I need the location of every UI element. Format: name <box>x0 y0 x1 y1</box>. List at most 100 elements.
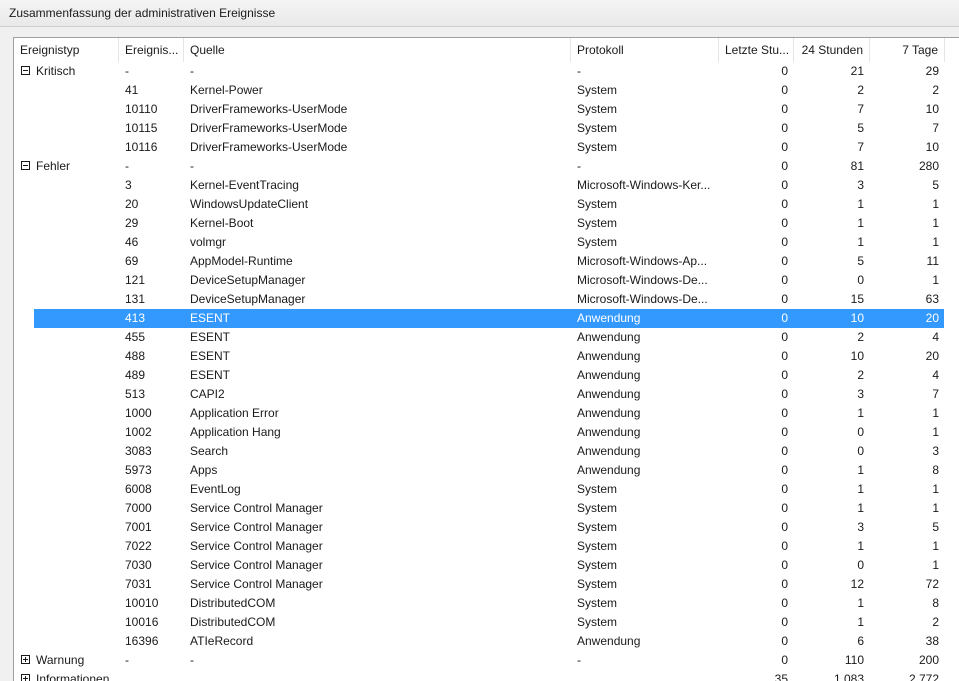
cell-7-tage: 1 <box>932 406 939 420</box>
table-row[interactable]: 131 DeviceSetupManager Microsoft-Windows-D… <box>14 290 959 309</box>
table-row[interactable]: 3083 Search Anwendung 0 0 3 <box>14 442 959 461</box>
column-header-ereignistyp[interactable]: Ereignistyp <box>14 38 119 62</box>
cell-ereignis-id: 7000 <box>125 501 152 515</box>
table-row[interactable]: 121 DeviceSetupManager Microsoft-Windows-D… <box>14 271 959 290</box>
cell-letzte-stunde: 0 <box>781 349 788 363</box>
cell-quelle: Kernel-EventTracing <box>190 178 299 192</box>
cell-protokoll: Anwendung <box>577 634 641 648</box>
cell-ereignis-id: - <box>125 64 129 78</box>
cell-ereignistyp: Fehler <box>36 159 71 173</box>
cell-24-stunden: 7 <box>857 140 864 154</box>
cell-letzte-stunde: 0 <box>781 615 788 629</box>
cell-24-stunden: 1 <box>857 539 864 553</box>
table-row[interactable]: 7022 Service Control Manager System 0 1 1 <box>14 537 959 556</box>
cell-protokoll: Anwendung <box>577 387 641 401</box>
table-row[interactable]: 7030 Service Control Manager System 0 0 1 <box>14 556 959 575</box>
table-row[interactable]: 10116 DriverFrameworks-UserMode System 0 7 10 <box>14 138 959 157</box>
cell-7-tage: 20 <box>925 311 939 325</box>
table-row[interactable]: 46 volmgr System 0 1 1 <box>14 233 959 252</box>
cell-24-stunden: 21 <box>850 64 864 78</box>
cell-ereignis-id: 20 <box>125 197 139 211</box>
expand-icon[interactable] <box>21 674 30 681</box>
table-row[interactable]: 69 AppModel-Runtime Microsoft-Windows-Ap..… <box>14 252 959 271</box>
cell-24-stunden: 3 <box>857 178 864 192</box>
cell-letzte-stunde: 0 <box>781 463 788 477</box>
table-row[interactable]: 413 ESENT Anwendung 0 10 20 <box>14 309 959 328</box>
cell-7-tage: 1 <box>932 235 939 249</box>
table-row[interactable]: 10016 DistributedCOM System 0 1 2 <box>14 613 959 632</box>
cell-quelle: ESENT <box>190 368 231 382</box>
cell-ereignis-id: 41 <box>125 83 139 97</box>
cell-quelle: Service Control Manager <box>190 539 323 553</box>
table-row[interactable]: 7001 Service Control Manager System 0 3 5 <box>14 518 959 537</box>
cell-ereignistyp: Warnung <box>36 653 85 667</box>
cell-24-stunden: 3 <box>857 387 864 401</box>
cell-7-tage: 200 <box>918 653 939 667</box>
table-row[interactable]: 10110 DriverFrameworks-UserMode System 0 7 10 <box>14 100 959 119</box>
event-summary-list[interactable]: Ereignistyp Ereignis... Quelle Protokoll… <box>13 37 959 681</box>
table-row[interactable]: 41 Kernel-Power System 0 2 2 <box>14 81 959 100</box>
cell-protokoll <box>571 670 719 681</box>
table-row[interactable]: 10115 DriverFrameworks-UserMode System 0 5 7 <box>14 119 959 138</box>
cell-7-tage: 280 <box>918 159 939 173</box>
cell-quelle: EventLog <box>190 482 241 496</box>
collapse-icon[interactable] <box>21 66 30 75</box>
cell-quelle: DriverFrameworks-UserMode <box>190 140 348 154</box>
cell-ereignis-id: 489 <box>125 368 146 382</box>
cell-letzte-stunde: 0 <box>781 558 788 572</box>
table-row[interactable]: 3 Kernel-EventTracing Microsoft-Windows-Ke… <box>14 176 959 195</box>
column-header-7-tage[interactable]: 7 Tage <box>870 38 945 62</box>
table-row[interactable]: 7000 Service Control Manager System 0 1 1 <box>14 499 959 518</box>
table-row[interactable]: 29 Kernel-Boot System 0 1 1 <box>14 214 959 233</box>
cell-7-tage: 10 <box>925 102 939 116</box>
table-row[interactable]: 1002 Application Hang Anwendung 0 0 1 <box>14 423 959 442</box>
cell-quelle: Application Error <box>190 406 279 420</box>
cell-24-stunden: 10 <box>850 349 864 363</box>
cell-letzte-stunde: 0 <box>781 482 788 496</box>
cell-7-tage: 2.772 <box>908 672 939 681</box>
cell-quelle: Service Control Manager <box>190 558 323 572</box>
table-row[interactable]: 20 WindowsUpdateClient System 0 1 1 <box>14 195 959 214</box>
table-row[interactable]: 5973 Apps Anwendung 0 1 8 <box>14 461 959 480</box>
group-row[interactable]: Kritisch - - - 0 21 29 <box>14 62 959 81</box>
column-header-24-stunden[interactable]: 24 Stunden <box>794 38 870 62</box>
cell-7-tage: 1 <box>932 501 939 515</box>
collapse-icon[interactable] <box>21 161 30 170</box>
cell-7-tage: 63 <box>925 292 939 306</box>
cell-letzte-stunde: 0 <box>781 216 788 230</box>
table-row[interactable]: 488 ESENT Anwendung 0 10 20 <box>14 347 959 366</box>
cell-letzte-stunde: 0 <box>781 140 788 154</box>
group-row[interactable]: Informationen 35 1.083 2.772 <box>14 670 959 681</box>
cell-protokoll: System <box>577 102 618 116</box>
table-row[interactable]: 16396 ATIeRecord Anwendung 0 6 38 <box>14 632 959 651</box>
column-header-quelle[interactable]: Quelle <box>184 38 571 62</box>
cell-letzte-stunde: 0 <box>781 254 788 268</box>
cell-24-stunden: 2 <box>857 368 864 382</box>
cell-ereignistyp: Informationen <box>36 672 110 681</box>
cell-quelle: CAPI2 <box>190 387 225 401</box>
cell-letzte-stunde: 0 <box>781 292 788 306</box>
table-row[interactable]: 489 ESENT Anwendung 0 2 4 <box>14 366 959 385</box>
cell-letzte-stunde: 0 <box>781 159 788 173</box>
cell-7-tage: 8 <box>932 596 939 610</box>
cell-protokoll: System <box>577 520 618 534</box>
cell-24-stunden: 81 <box>850 159 864 173</box>
cell-quelle: - <box>190 653 194 667</box>
group-row[interactable]: Fehler - - - 0 81 280 <box>14 157 959 176</box>
table-row[interactable]: 10010 DistributedCOM System 0 1 8 <box>14 594 959 613</box>
cell-7-tage: 72 <box>925 577 939 591</box>
column-header-ereignis-id[interactable]: Ereignis... <box>119 38 184 62</box>
table-row[interactable]: 513 CAPI2 Anwendung 0 3 7 <box>14 385 959 404</box>
column-header-letzte-stunde[interactable]: Letzte Stu... <box>719 38 794 62</box>
table-row[interactable]: 455 ESENT Anwendung 0 2 4 <box>14 328 959 347</box>
expand-icon[interactable] <box>21 655 30 664</box>
table-row[interactable]: 1000 Application Error Anwendung 0 1 1 <box>14 404 959 423</box>
cell-ereignis-id: 413 <box>125 311 146 325</box>
table-row[interactable]: 7031 Service Control Manager System 0 12 72 <box>14 575 959 594</box>
group-row[interactable]: Warnung - - - 0 110 200 <box>14 651 959 670</box>
cell-protokoll: Anwendung <box>577 311 641 325</box>
table-row[interactable]: 6008 EventLog System 0 1 1 <box>14 480 959 499</box>
cell-quelle: Application Hang <box>190 425 281 439</box>
column-header-protokoll[interactable]: Protokoll <box>571 38 719 62</box>
cell-24-stunden: 10 <box>850 311 864 325</box>
